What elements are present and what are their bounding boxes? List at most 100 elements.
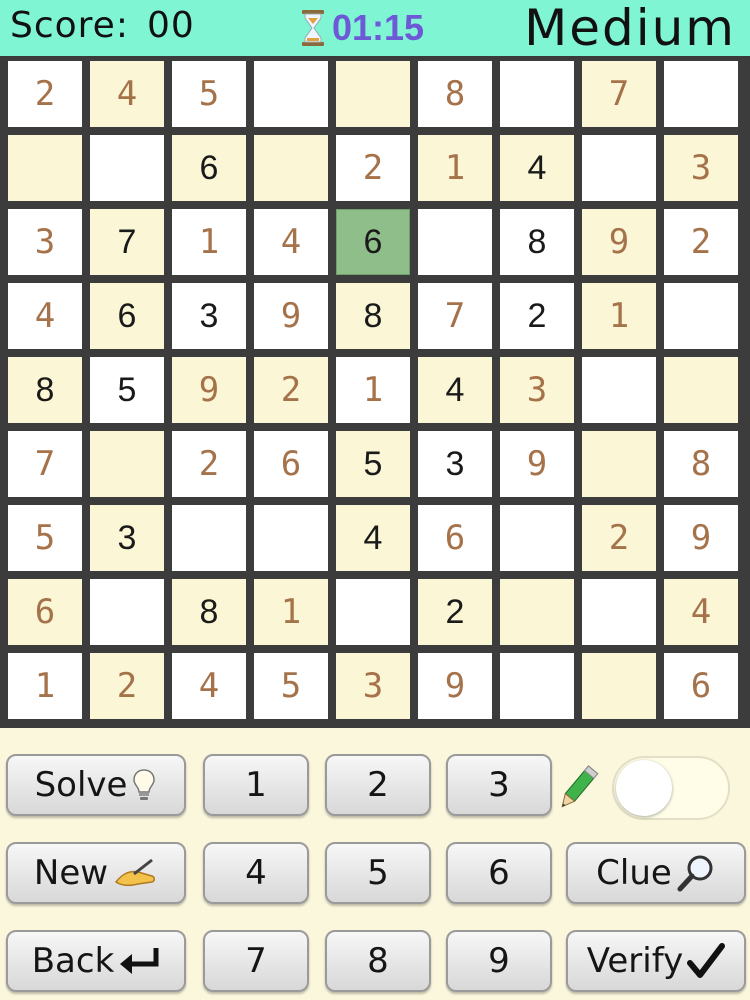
pencil-mode-toggle[interactable]: [612, 756, 730, 820]
back-button[interactable]: Back: [6, 930, 186, 992]
cell-r8-c8[interactable]: [582, 579, 656, 645]
cell-r7-c5[interactable]: 4: [336, 505, 410, 571]
cell-r8-c7[interactable]: [500, 579, 574, 645]
cell-r6-c6[interactable]: 3: [418, 431, 492, 497]
number-button-2[interactable]: 2: [325, 754, 431, 816]
cell-r3-c6[interactable]: [418, 209, 492, 275]
cell-r5-c1[interactable]: 8: [8, 357, 82, 423]
cell-r6-c1[interactable]: 7: [8, 431, 82, 497]
cell-r3-c7[interactable]: 8: [500, 209, 574, 275]
cell-r1-c9[interactable]: [664, 61, 738, 127]
number-button-9[interactable]: 9: [446, 930, 552, 992]
verify-label: Verify: [586, 941, 684, 981]
cell-r1-c2[interactable]: 4: [90, 61, 164, 127]
cell-r6-c8[interactable]: [582, 431, 656, 497]
cell-r6-c3[interactable]: 2: [172, 431, 246, 497]
cell-r1-c3[interactable]: 5: [172, 61, 246, 127]
cell-r9-c4[interactable]: 5: [254, 653, 328, 719]
cell-r5-c7[interactable]: 3: [500, 357, 574, 423]
cell-r4-c4[interactable]: 9: [254, 283, 328, 349]
cell-r2-c2[interactable]: [90, 135, 164, 201]
cell-r5-c5[interactable]: 1: [336, 357, 410, 423]
cell-r4-c9[interactable]: [664, 283, 738, 349]
cell-r1-c8[interactable]: 7: [582, 61, 656, 127]
hourglass-icon: [302, 10, 324, 46]
cell-r1-c5[interactable]: [336, 61, 410, 127]
cell-r4-c1[interactable]: 4: [8, 283, 82, 349]
cell-r3-c3[interactable]: 1: [172, 209, 246, 275]
cell-r2-c1[interactable]: [8, 135, 82, 201]
cell-r7-c8[interactable]: 2: [582, 505, 656, 571]
number-button-3[interactable]: 3: [446, 754, 552, 816]
cell-r4-c2[interactable]: 6: [90, 283, 164, 349]
cell-r4-c3[interactable]: 3: [172, 283, 246, 349]
cell-r5-c8[interactable]: [582, 357, 656, 423]
cell-r2-c4[interactable]: [254, 135, 328, 201]
cell-r9-c1[interactable]: 1: [8, 653, 82, 719]
cell-r7-c2[interactable]: 3: [90, 505, 164, 571]
cell-r6-c7[interactable]: 9: [500, 431, 574, 497]
cell-r1-c1[interactable]: 2: [8, 61, 82, 127]
cell-r8-c6[interactable]: 2: [418, 579, 492, 645]
cell-r1-c7[interactable]: [500, 61, 574, 127]
cell-r7-c3[interactable]: [172, 505, 246, 571]
cell-r8-c2[interactable]: [90, 579, 164, 645]
cell-r7-c7[interactable]: [500, 505, 574, 571]
cell-r2-c8[interactable]: [582, 135, 656, 201]
cell-r7-c9[interactable]: 9: [664, 505, 738, 571]
cell-r6-c2[interactable]: [90, 431, 164, 497]
number-button-4[interactable]: 4: [203, 842, 309, 904]
cell-r3-c4[interactable]: 4: [254, 209, 328, 275]
cell-r7-c1[interactable]: 5: [8, 505, 82, 571]
cell-r9-c8[interactable]: [582, 653, 656, 719]
cell-r3-c5[interactable]: 6: [336, 209, 410, 275]
cell-r4-c8[interactable]: 1: [582, 283, 656, 349]
cell-r8-c1[interactable]: 6: [8, 579, 82, 645]
cell-r1-c4[interactable]: [254, 61, 328, 127]
cell-r8-c9[interactable]: 4: [664, 579, 738, 645]
number-button-6[interactable]: 6: [446, 842, 552, 904]
cell-r8-c4[interactable]: 1: [254, 579, 328, 645]
new-game-button[interactable]: New: [6, 842, 186, 904]
cell-r4-c5[interactable]: 8: [336, 283, 410, 349]
cell-r7-c6[interactable]: 6: [418, 505, 492, 571]
cell-r1-c6[interactable]: 8: [418, 61, 492, 127]
cell-r8-c3[interactable]: 8: [172, 579, 246, 645]
cell-r2-c3[interactable]: 6: [172, 135, 246, 201]
cell-r9-c7[interactable]: [500, 653, 574, 719]
cell-r2-c7[interactable]: 4: [500, 135, 574, 201]
cell-r2-c9[interactable]: 3: [664, 135, 738, 201]
cell-r5-c3[interactable]: 9: [172, 357, 246, 423]
cell-r6-c9[interactable]: 8: [664, 431, 738, 497]
cell-r3-c8[interactable]: 9: [582, 209, 656, 275]
cell-r6-c5[interactable]: 5: [336, 431, 410, 497]
cell-r4-c7[interactable]: 2: [500, 283, 574, 349]
cell-r9-c6[interactable]: 9: [418, 653, 492, 719]
cell-r9-c5[interactable]: 3: [336, 653, 410, 719]
cell-r9-c9[interactable]: 6: [664, 653, 738, 719]
cell-r5-c2[interactable]: 5: [90, 357, 164, 423]
verify-button[interactable]: Verify: [566, 930, 746, 992]
number-button-7[interactable]: 7: [203, 930, 309, 992]
cell-r5-c4[interactable]: 2: [254, 357, 328, 423]
cell-r3-c2[interactable]: 7: [90, 209, 164, 275]
cell-r2-c5[interactable]: 2: [336, 135, 410, 201]
cell-r8-c5[interactable]: [336, 579, 410, 645]
checkmark-icon: [687, 943, 726, 978]
number-button-8[interactable]: 8: [325, 930, 431, 992]
cell-r5-c6[interactable]: 4: [418, 357, 492, 423]
number-button-1[interactable]: 1: [203, 754, 309, 816]
number-button-5[interactable]: 5: [325, 842, 431, 904]
cell-r3-c1[interactable]: 3: [8, 209, 82, 275]
solve-button[interactable]: Solve: [6, 754, 186, 816]
cell-r5-c9[interactable]: [664, 357, 738, 423]
cell-r3-c9[interactable]: 2: [664, 209, 738, 275]
cell-r4-c6[interactable]: 7: [418, 283, 492, 349]
cell-r2-c6[interactable]: 1: [418, 135, 492, 201]
cell-r9-c2[interactable]: 2: [90, 653, 164, 719]
clue-button[interactable]: Clue: [566, 842, 746, 904]
cell-r7-c4[interactable]: [254, 505, 328, 571]
sudoku-board: 2458762143371468924639872185921437265398…: [0, 58, 750, 728]
cell-r9-c3[interactable]: 4: [172, 653, 246, 719]
cell-r6-c4[interactable]: 6: [254, 431, 328, 497]
